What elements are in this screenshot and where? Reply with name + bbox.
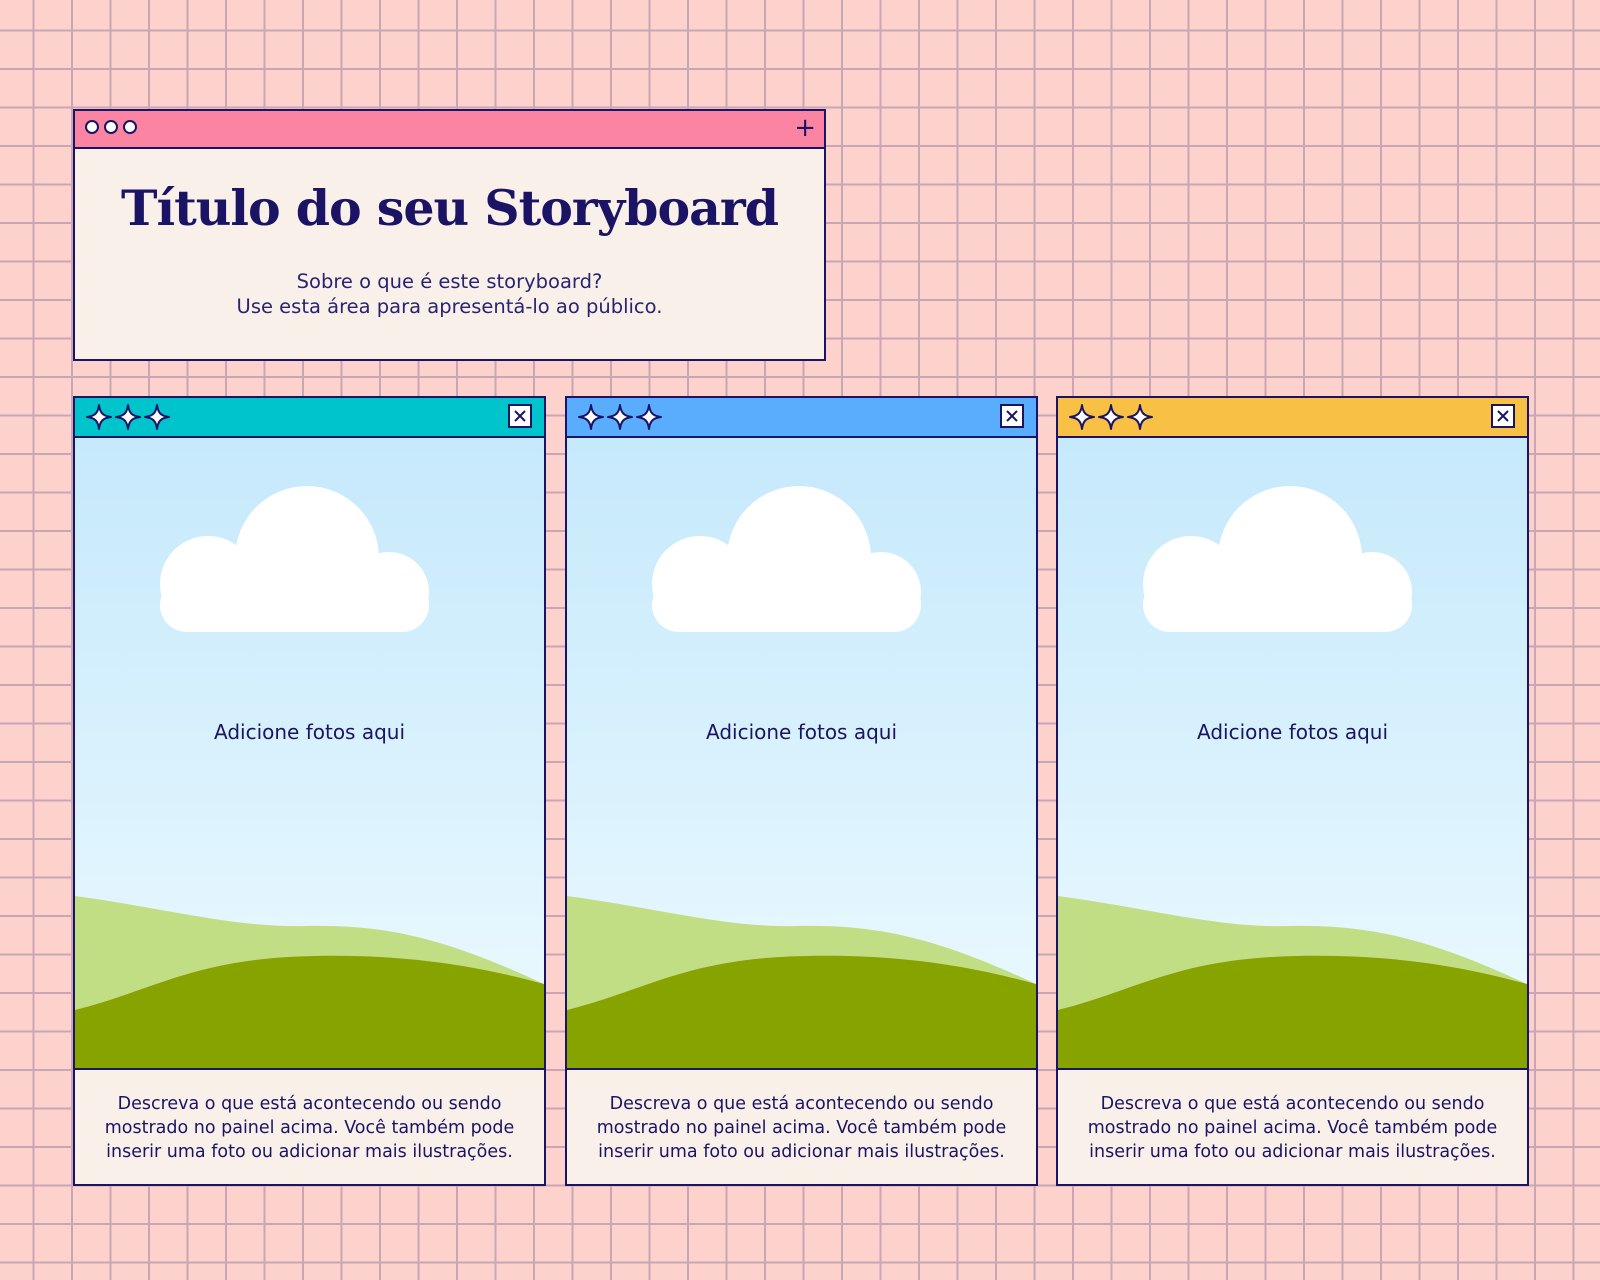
sparkle-icon: [578, 404, 604, 430]
panel-caption[interactable]: Descreva o que está acontecendo ou sendo…: [1058, 1070, 1527, 1164]
circle-icon[interactable]: [85, 120, 99, 134]
add-photos-label: Adicione fotos aqui: [705, 720, 898, 744]
close-icon[interactable]: [1491, 404, 1515, 428]
sparkle-group: [85, 403, 171, 431]
caption-line: mostrado no painel acima. Você também po…: [596, 1118, 1007, 1138]
storyboard-title: Título do seu Storyboard: [121, 179, 779, 237]
caption-line: inserir uma foto ou adicionar mais ilust…: [106, 1142, 513, 1162]
storyboard-subtitle: Sobre o que é este storyboard? Use esta …: [75, 269, 824, 319]
close-icon[interactable]: [508, 404, 532, 428]
add-photos-label: Adicione fotos aqui: [213, 720, 406, 744]
cloud-icon: [652, 486, 921, 632]
circle-icon[interactable]: [123, 120, 137, 134]
caption-line: Descreva o que está acontecendo ou sendo: [117, 1094, 502, 1114]
title-window: + Título do seu Storyboard Sobre o que é…: [73, 109, 826, 361]
photo-placeholder-area[interactable]: Adicione fotos aqui: [567, 438, 1036, 1070]
sparkle-icon: [144, 404, 170, 430]
panel-bar: [75, 398, 544, 438]
panel-bar: [567, 398, 1036, 438]
caption-line: inserir uma foto ou adicionar mais ilust…: [1089, 1142, 1496, 1162]
sparkle-icon: [86, 404, 112, 430]
plus-icon[interactable]: +: [794, 114, 816, 142]
storyboard-panel-1: Adicione fotos aqui Descreva o que está …: [73, 396, 546, 1186]
sparkle-icon: [636, 404, 662, 430]
panel-caption[interactable]: Descreva o que está acontecendo ou sendo…: [75, 1070, 544, 1164]
sparkle-icon: [1127, 404, 1153, 430]
landscape-illustration: [567, 486, 1036, 1068]
title-window-bar: +: [75, 111, 824, 149]
sparkle-icon: [607, 404, 633, 430]
caption-line: Descreva o que está acontecendo ou sendo: [1100, 1094, 1485, 1114]
subtitle-line: Sobre o que é este storyboard?: [296, 270, 603, 293]
sparkle-icon: [115, 404, 141, 430]
sparkle-group: [577, 403, 663, 431]
photo-placeholder-area[interactable]: Adicione fotos aqui: [1058, 438, 1527, 1070]
caption-line: inserir uma foto ou adicionar mais ilust…: [598, 1142, 1005, 1162]
cloud-icon: [160, 486, 429, 632]
panel-bar: [1058, 398, 1527, 438]
add-photos-label: Adicione fotos aqui: [1196, 720, 1389, 744]
close-icon[interactable]: [1000, 404, 1024, 428]
cloud-icon: [1143, 486, 1412, 632]
window-dots: [85, 120, 137, 134]
storyboard-panel-2: Adicione fotos aqui Descreva o que está …: [565, 396, 1038, 1186]
panel-caption[interactable]: Descreva o que está acontecendo ou sendo…: [567, 1070, 1036, 1164]
sparkle-group: [1068, 403, 1154, 431]
landscape-illustration: [75, 486, 544, 1068]
caption-line: Descreva o que está acontecendo ou sendo: [609, 1094, 994, 1114]
circle-icon[interactable]: [104, 120, 118, 134]
landscape-illustration: [1058, 486, 1527, 1068]
sparkle-icon: [1069, 404, 1095, 430]
sparkle-icon: [1098, 404, 1124, 430]
subtitle-line: Use esta área para apresentá-lo ao públi…: [236, 295, 663, 318]
photo-placeholder-area[interactable]: Adicione fotos aqui: [75, 438, 544, 1070]
storyboard-panel-3: Adicione fotos aqui Descreva o que está …: [1056, 396, 1529, 1186]
caption-line: mostrado no painel acima. Você também po…: [104, 1118, 515, 1138]
caption-line: mostrado no painel acima. Você também po…: [1087, 1118, 1498, 1138]
